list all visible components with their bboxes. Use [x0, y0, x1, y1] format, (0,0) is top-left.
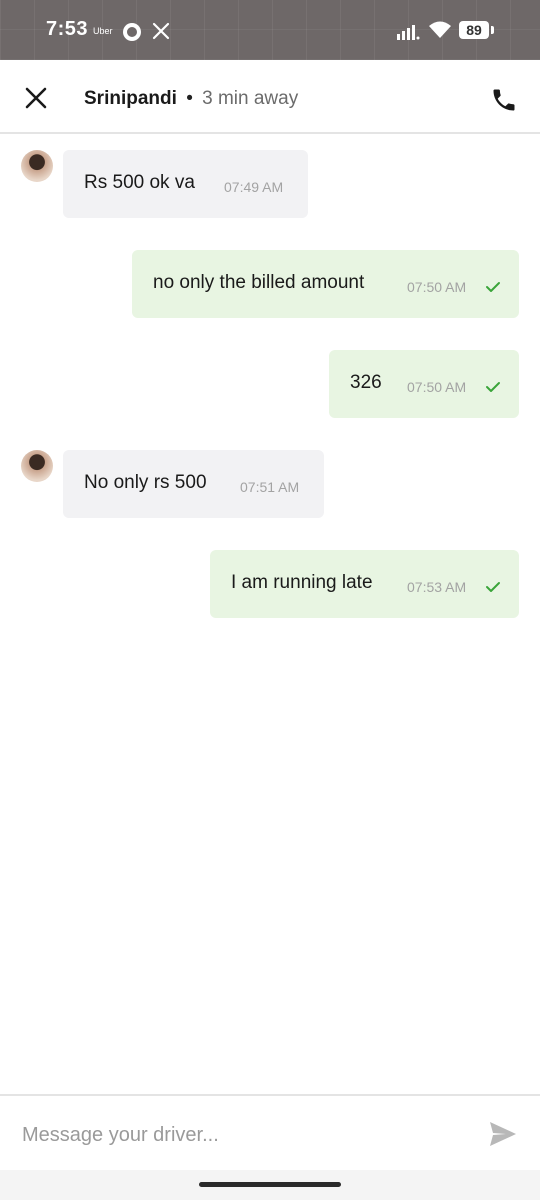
message-time: 07:50 AM — [407, 279, 467, 295]
delivered-check-icon — [486, 282, 500, 292]
close-button[interactable] — [22, 84, 50, 112]
message-text: no only the billed amount — [153, 272, 365, 293]
driver-eta: 3 min away — [202, 88, 299, 109]
battery-level: 89 — [459, 21, 489, 39]
record-icon — [123, 23, 141, 41]
uber-notification-label: Uber — [93, 26, 113, 36]
navigation-bar — [0, 1170, 540, 1200]
send-button[interactable] — [488, 1120, 518, 1148]
message-text: 326 — [350, 372, 382, 393]
chat-title: Srinipandi • 3 min away — [84, 88, 298, 110]
battery-tip — [491, 26, 494, 34]
driver-avatar — [21, 450, 53, 482]
incoming-message-bubble: Rs 500 ok va 07:49 AM — [63, 150, 308, 218]
chat-header: Srinipandi • 3 min away — [0, 60, 540, 134]
wifi-icon — [429, 21, 451, 38]
message-list[interactable]: Rs 500 ok va 07:49 AM no only the billed… — [0, 134, 540, 1094]
title-separator: • — [186, 88, 193, 109]
message-time: 07:53 AM — [407, 579, 467, 595]
message-time: 07:49 AM — [224, 179, 284, 195]
message-text: Rs 500 ok va — [84, 172, 195, 193]
driver-avatar — [21, 150, 53, 182]
message-time: 07:50 AM — [407, 379, 467, 395]
outgoing-message-bubble: 326 07:50 AM — [329, 350, 519, 418]
outgoing-message-bubble: no only the billed amount 07:50 AM — [132, 250, 519, 318]
message-text: No only rs 500 — [84, 472, 207, 493]
delivered-check-icon — [486, 382, 500, 392]
message-composer — [0, 1094, 540, 1172]
message-text: I am running late — [231, 572, 373, 593]
message-input[interactable] — [20, 1116, 464, 1154]
x-app-icon — [152, 22, 170, 40]
delivered-check-icon — [486, 582, 500, 592]
driver-name: Srinipandi — [84, 88, 177, 109]
signal-icon — [397, 25, 420, 40]
phone-call-button[interactable] — [490, 86, 518, 114]
message-time: 07:51 AM — [240, 479, 300, 495]
incoming-message-bubble: No only rs 500 07:51 AM — [63, 450, 324, 518]
home-indicator[interactable] — [199, 1182, 341, 1187]
status-time: 7:53 — [46, 18, 89, 40]
outgoing-message-bubble: I am running late 07:53 AM — [210, 550, 519, 618]
status-bar: 7:53 Uber 89 — [0, 0, 540, 60]
